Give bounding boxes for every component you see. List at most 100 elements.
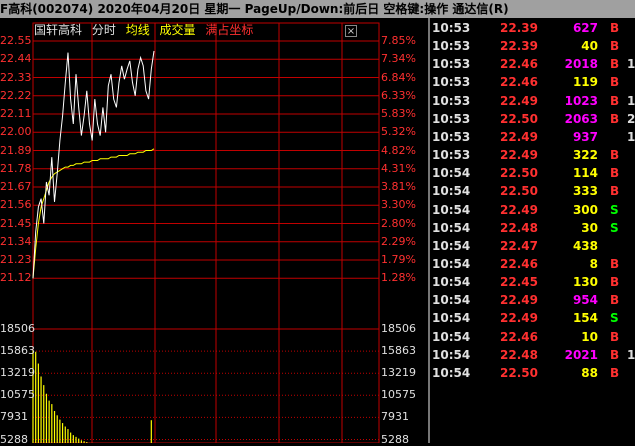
tick-row[interactable]: 10:54 22.50 114 B [430, 164, 635, 182]
price-axis-label: 21.34 [0, 234, 32, 248]
volume-axis-label: 13219 [0, 366, 35, 380]
volume-axis-label-right: 5288 [381, 432, 409, 446]
tick-row[interactable]: 10:54 22.50 88 B [430, 364, 635, 382]
volume-axis-label-right: 7931 [381, 410, 409, 424]
tick-time: 10:53 [432, 93, 471, 108]
price-axis-label: 22.33 [0, 70, 32, 84]
tick-time: 10:54 [432, 311, 471, 326]
tick-volume: 2063 [564, 111, 598, 126]
tick-price: 22.50 [500, 184, 538, 199]
tick-price: 22.48 [500, 220, 538, 235]
volume-axis-label: 15863 [0, 344, 35, 358]
price-axis-label: 21.12 [0, 271, 32, 285]
tick-direction: B [610, 57, 620, 72]
tick-time: 10:54 [432, 238, 471, 253]
tick-direction: B [610, 111, 620, 126]
volume-axis-label-right: 18506 [381, 322, 416, 335]
tick-direction: B [610, 166, 620, 181]
window-title: F高科(002074) 2020年04月20日 星期一 PageUp/Down:… [0, 2, 509, 16]
volume-axis-label: 18506 [0, 322, 35, 335]
tick-row[interactable]: 10:54 22.46 10 B [430, 328, 635, 346]
tick-time: 10:54 [432, 347, 471, 362]
tick-order-count: 1 [627, 129, 635, 144]
price-axis-label: 22.44 [0, 52, 32, 66]
tick-row[interactable]: 10:53 22.50 2063 B 2 [430, 110, 635, 128]
intraday-chart-panel[interactable] [0, 18, 428, 443]
tick-direction: B [610, 365, 620, 380]
tick-volume: 30 [581, 220, 598, 235]
tick-direction: B [610, 75, 620, 90]
tick-row[interactable]: 10:54 22.45 130 B [430, 273, 635, 291]
legend-volume: 成交量 [159, 23, 196, 37]
tick-volume: 119 [572, 75, 598, 90]
tick-row[interactable]: 10:53 22.49 322 B [430, 146, 635, 164]
price-axis-label: 21.23 [0, 253, 32, 266]
tick-price: 22.46 [500, 256, 538, 271]
price-axis-label: 21.56 [0, 198, 32, 212]
percent-axis-label: 2.29% [381, 234, 416, 248]
tick-price: 22.50 [500, 365, 538, 380]
tick-row[interactable]: 10:54 22.49 300 S [430, 201, 635, 219]
tick-volume: 88 [581, 365, 598, 380]
tick-row[interactable]: 10:54 22.48 30 S [430, 219, 635, 237]
tick-direction: S [610, 311, 619, 326]
tick-time: 10:54 [432, 220, 471, 235]
close-icon[interactable]: × [345, 25, 357, 37]
tick-row[interactable]: 10:53 22.39 40 B [430, 37, 635, 55]
tick-volume: 333 [572, 184, 598, 199]
legend-full-scale-toggle[interactable]: 满占坐标 [205, 23, 253, 37]
tick-row[interactable]: 10:54 22.50 333 B [430, 182, 635, 200]
tick-volume: 114 [572, 166, 598, 181]
tick-price: 22.49 [500, 129, 538, 144]
tick-volume: 10 [581, 329, 598, 344]
legend-avg-line: 均线 [125, 23, 150, 37]
tick-row[interactable]: 10:53 22.46 2018 B 1 [430, 55, 635, 73]
tick-row[interactable]: 10:53 22.39 627 B [430, 19, 635, 37]
volume-axis-label-right: 13219 [381, 366, 416, 380]
chart-frame [32, 22, 380, 443]
tick-direction: B [610, 148, 620, 163]
tick-volume: 954 [572, 293, 598, 308]
tick-direction: B [610, 256, 620, 271]
tick-row[interactable]: 10:54 22.46 8 B [430, 255, 635, 273]
tick-volume: 130 [572, 275, 598, 290]
tick-price: 22.49 [500, 202, 538, 217]
tick-time: 10:54 [432, 166, 471, 181]
tick-time: 10:53 [432, 21, 471, 35]
tick-row[interactable]: 10:54 22.49 154 S [430, 309, 635, 327]
percent-axis-label: 6.84% [381, 70, 416, 84]
tick-row[interactable]: 10:54 22.49 954 B [430, 291, 635, 309]
tick-price: 22.49 [500, 93, 538, 108]
tick-row[interactable]: 10:54 22.47 438 [430, 237, 635, 255]
tick-direction: B [610, 275, 620, 290]
tick-price: 22.45 [500, 275, 538, 290]
tick-direction: B [610, 184, 620, 199]
tick-time: 10:54 [432, 293, 471, 308]
percent-axis-label: 3.81% [381, 180, 416, 193]
percent-axis-label: 1.79% [381, 253, 416, 266]
tick-row[interactable]: 10:54 22.48 2021 B 1 [430, 346, 635, 364]
tick-price: 22.49 [500, 148, 538, 163]
percent-axis-label: 1.28% [381, 271, 416, 285]
tick-price: 22.47 [500, 238, 538, 253]
tick-volume: 2018 [564, 57, 598, 72]
intraday-chart[interactable] [0, 18, 428, 443]
tick-order-count: 2 [627, 111, 635, 126]
chart-legend: 国轩高科 分时 均线 成交量 满占坐标 [34, 22, 259, 38]
price-axis-label: 21.45 [0, 216, 32, 230]
tick-time: 10:53 [432, 129, 471, 144]
price-axis-label: 21.67 [0, 180, 32, 193]
volume-axis-label-right: 15863 [381, 344, 416, 358]
tick-price: 22.50 [500, 166, 538, 181]
tick-row[interactable]: 10:53 22.49 1023 B 1 [430, 92, 635, 110]
tick-time: 10:54 [432, 275, 471, 290]
tick-direction: S [610, 202, 619, 217]
tick-price: 22.46 [500, 57, 538, 72]
percent-axis-label: 6.33% [381, 88, 416, 102]
tick-list[interactable]: 10:53 22.39 627 B 10:53 22.39 40 B 10:53 22.46 201… [430, 18, 635, 443]
tick-time: 10:54 [432, 202, 471, 217]
tick-time: 10:54 [432, 329, 471, 344]
tick-row[interactable]: 10:53 22.46 119 B [430, 73, 635, 91]
tick-price: 22.39 [500, 21, 538, 35]
tick-row[interactable]: 10:53 22.49 937 1 [430, 128, 635, 146]
